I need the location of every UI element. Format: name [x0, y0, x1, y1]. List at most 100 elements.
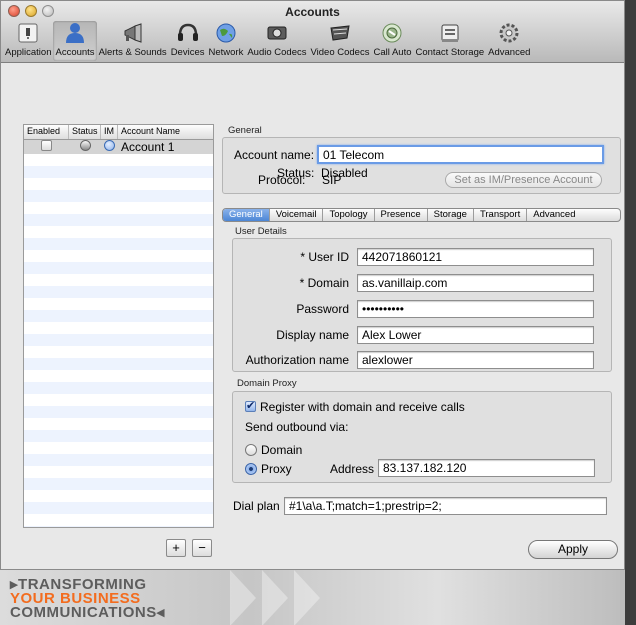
- desktop-edge: [625, 0, 636, 625]
- table-row-empty: [24, 214, 213, 226]
- user-id-label: * User ID: [300, 250, 349, 264]
- window-title: Accounts: [285, 5, 340, 19]
- toolbar-label: Network: [208, 47, 244, 58]
- table-row-empty: [24, 514, 213, 526]
- account-status-icon: [79, 140, 91, 151]
- domain-radio[interactable]: [245, 444, 257, 456]
- general-section-title: General: [228, 125, 262, 136]
- table-row-empty: [24, 346, 213, 358]
- auth-name-label: Authorization name: [245, 353, 349, 367]
- register-checkbox[interactable]: [245, 399, 256, 412]
- domain-proxy-section-title: Domain Proxy: [237, 378, 297, 389]
- table-row-empty: [24, 466, 213, 478]
- toolbar-contact-storage[interactable]: Contact Storage: [414, 21, 487, 61]
- toolbar-label: Contact Storage: [415, 47, 485, 58]
- table-row-empty: [24, 382, 213, 394]
- column-header-im[interactable]: IM: [101, 125, 118, 139]
- display-name-label: Display name: [276, 328, 349, 342]
- brand-slogan: ▸TRANSFORMING YOUR BUSINESS COMMUNICATIO…: [10, 577, 165, 621]
- user-id-field[interactable]: 442071860121: [357, 248, 594, 266]
- toolbar-devices[interactable]: Devices: [169, 21, 207, 61]
- table-row-empty: [24, 430, 213, 442]
- megaphone-icon: [119, 21, 147, 45]
- toolbar-accounts[interactable]: Accounts: [53, 21, 97, 61]
- table-row-empty: [24, 502, 213, 514]
- table-row-empty: [24, 442, 213, 454]
- column-header-account-name[interactable]: Account Name: [118, 125, 213, 139]
- toolbar-call-auto[interactable]: Call Auto: [371, 21, 413, 61]
- toolbar-video-codecs[interactable]: Video Codecs: [308, 21, 371, 61]
- user-details-section-title: User Details: [235, 226, 287, 237]
- accounts-table: Enabled Status IM Account Name Account 1: [23, 124, 214, 528]
- add-account-button[interactable]: +: [166, 539, 186, 557]
- domain-proxy-group: Register with domain and receive calls S…: [232, 391, 612, 483]
- im-status-icon: [104, 140, 115, 151]
- slogan-line-3: COMMUNICATIONS◂: [10, 604, 165, 621]
- table-row-empty: [24, 358, 213, 370]
- decorative-chevron: [262, 570, 288, 625]
- table-row-empty: [24, 202, 213, 214]
- account-settings-tabs: General Voicemail Topology Presence Stor…: [222, 208, 621, 222]
- domain-radio-label: Domain: [261, 443, 303, 457]
- table-row-empty: [24, 406, 213, 418]
- table-row-empty: [24, 394, 213, 406]
- remove-account-button[interactable]: −: [192, 539, 212, 557]
- tab-voicemail[interactable]: Voicemail: [270, 209, 324, 221]
- table-row[interactable]: Account 1: [24, 140, 213, 154]
- table-row-empty: [24, 490, 213, 502]
- dial-plan-field[interactable]: #1\a\a.T;match=1;prestrip=2;: [284, 497, 607, 515]
- dial-plan-label: Dial plan: [233, 499, 280, 513]
- tab-presence[interactable]: Presence: [375, 209, 428, 221]
- table-row-empty: [24, 178, 213, 190]
- toolbar-audio-codecs[interactable]: Audio Codecs: [245, 21, 308, 61]
- tab-advanced[interactable]: Advanced: [527, 209, 581, 221]
- decorative-chevron: [294, 570, 320, 625]
- tab-transport[interactable]: Transport: [474, 209, 528, 221]
- toolbar-advanced[interactable]: Advanced: [486, 21, 532, 61]
- user-details-group: * User ID 442071860121 * Domain as.vanil…: [232, 238, 612, 372]
- audio-codecs-icon: [263, 21, 291, 45]
- table-row-empty: [24, 334, 213, 346]
- table-row-empty: [24, 454, 213, 466]
- send-outbound-label: Send outbound via:: [245, 420, 349, 434]
- table-row-empty: [24, 298, 213, 310]
- toolbar-network[interactable]: Network: [206, 21, 245, 61]
- table-row-empty: [24, 310, 213, 322]
- domain-field[interactable]: as.vanillaip.com: [357, 274, 594, 292]
- headset-icon: [174, 21, 202, 45]
- tab-general[interactable]: General: [223, 209, 270, 221]
- table-row-empty: [24, 526, 213, 527]
- table-row-empty: [24, 166, 213, 178]
- toolbar-label: Advanced: [488, 47, 531, 58]
- table-row-empty: [24, 286, 213, 298]
- proxy-radio[interactable]: [245, 463, 257, 475]
- proxy-address-field[interactable]: 83.137.182.120: [378, 459, 595, 477]
- password-label: Password: [296, 302, 349, 316]
- toolbar-label: Application: [5, 47, 52, 58]
- table-row-empty: [24, 238, 213, 250]
- video-codecs-icon: [326, 21, 354, 45]
- toolbar-label: Call Auto: [373, 47, 412, 58]
- password-field[interactable]: ••••••••••: [357, 300, 594, 318]
- column-header-status[interactable]: Status: [69, 125, 101, 139]
- address-label: Address: [330, 462, 375, 476]
- account-name-cell: Account 1: [121, 140, 175, 154]
- table-row-empty: [24, 418, 213, 430]
- toolbar-label: Accounts: [55, 47, 95, 58]
- account-enabled-checkbox[interactable]: [41, 140, 52, 151]
- toolbar-application[interactable]: Application: [3, 21, 53, 61]
- column-header-enabled[interactable]: Enabled: [24, 125, 69, 139]
- display-name-field[interactable]: Alex Lower: [357, 326, 594, 344]
- toolbar-alerts-sounds[interactable]: Alerts & Sounds: [97, 21, 169, 61]
- preferences-window: Accounts Application Accounts Alerts & S…: [0, 0, 625, 570]
- apply-button[interactable]: Apply: [528, 540, 618, 559]
- auth-name-field[interactable]: alexlower: [357, 351, 594, 369]
- status-label: Status:: [277, 166, 315, 180]
- status-value: Disabled: [321, 166, 368, 180]
- network-globe-icon: [212, 21, 240, 45]
- table-row-empty: [24, 274, 213, 286]
- table-row-empty: [24, 250, 213, 262]
- tab-topology[interactable]: Topology: [323, 209, 375, 221]
- tab-storage[interactable]: Storage: [428, 209, 474, 221]
- domain-label: * Domain: [299, 276, 349, 290]
